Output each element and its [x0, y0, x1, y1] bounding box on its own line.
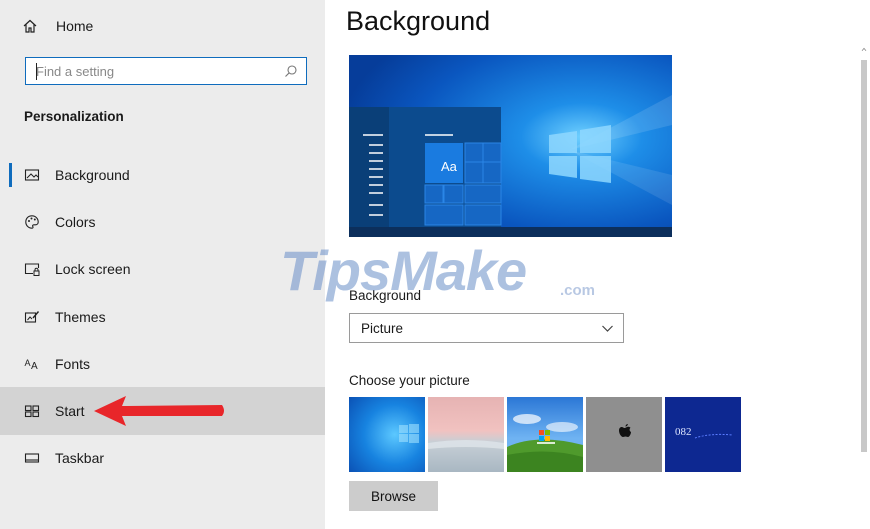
sidebar-item-label: Background [55, 166, 130, 183]
themes-icon [24, 309, 40, 325]
sidebar-item-label: Taskbar [55, 450, 105, 467]
text-caret [36, 63, 37, 80]
chevron-down-icon [601, 322, 614, 335]
browse-button[interactable]: Browse [349, 481, 438, 511]
background-label: Background [349, 288, 422, 303]
lock-screen-icon [24, 261, 40, 277]
section-title: Personalization [24, 109, 124, 124]
settings-sidebar: Home Personalization Background Colors L… [0, 0, 325, 529]
sidebar-item-background[interactable]: Background [0, 151, 325, 198]
picture-icon [24, 167, 40, 183]
thumbnail-text: 082 [675, 426, 692, 438]
preview-tile-label: Aa [441, 159, 457, 174]
sidebar-item-lock-screen[interactable]: Lock screen [0, 246, 325, 293]
red-arrow-annotation [94, 396, 224, 426]
search-icon[interactable] [284, 64, 298, 78]
home-link[interactable]: Home [22, 14, 222, 38]
sidebar-item-themes[interactable]: Themes [0, 293, 325, 340]
scrollbar-thumb[interactable] [861, 60, 867, 452]
home-label: Home [56, 18, 94, 34]
choose-picture-label: Choose your picture [349, 373, 470, 388]
background-preview: Aa [349, 55, 672, 237]
background-dropdown[interactable]: Picture [349, 313, 624, 343]
picture-thumbnails: 082 [349, 397, 744, 472]
sidebar-item-fonts[interactable]: AA Fonts [0, 340, 325, 387]
sidebar-item-label: Themes [55, 308, 106, 325]
taskbar-icon [24, 450, 40, 466]
svg-text:A: A [31, 361, 38, 372]
palette-icon [24, 214, 40, 230]
svg-text:A: A [25, 358, 31, 368]
scroll-up-arrow-icon[interactable] [861, 46, 867, 54]
thumbnail-gray-apple[interactable] [586, 397, 662, 472]
main-content: Background Aa Background Picture Choose … [325, 0, 870, 529]
thumbnail-pink-sky[interactable] [428, 397, 504, 472]
sidebar-item-label: Lock screen [55, 261, 131, 278]
sidebar-item-label: Start [55, 403, 85, 420]
start-icon [24, 403, 40, 419]
dropdown-selected-value: Picture [361, 320, 404, 336]
sidebar-item-label: Fonts [55, 355, 91, 372]
fonts-icon: AA [24, 356, 40, 372]
thumbnail-blue-text[interactable]: 082 [665, 397, 741, 472]
sidebar-item-taskbar[interactable]: Taskbar [0, 435, 325, 482]
sidebar-item-colors[interactable]: Colors [0, 198, 325, 245]
search-box[interactable] [25, 57, 307, 85]
home-icon [22, 18, 38, 34]
sidebar-item-label: Colors [55, 213, 96, 230]
thumbnail-bliss-hill[interactable] [507, 397, 583, 472]
page-title: Background [346, 6, 491, 36]
search-input[interactable] [26, 59, 284, 83]
personalization-nav: Background Colors Lock screen Themes AA … [0, 151, 325, 482]
thumbnail-windows-blue[interactable] [349, 397, 425, 472]
